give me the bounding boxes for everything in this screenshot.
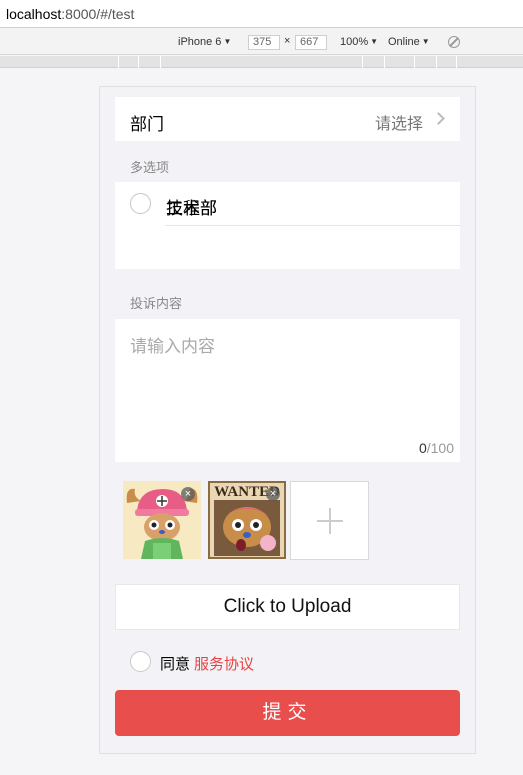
chevron-right-icon [432,112,445,125]
service-agreement-link[interactable]: 服务协议 [194,656,254,673]
device-viewport: 部门 请选择 多选项 技术部 工程部 投诉内容 请输入内容 0/100 × WA… [99,86,476,754]
network-select[interactable]: Online ▼ [388,36,430,48]
checkbox-circle-icon[interactable] [130,193,151,214]
url-text[interactable]: localhost:8000/#/test [6,6,134,22]
device-select[interactable]: iPhone 6 ▼ [178,36,231,48]
network-value: Online [388,36,420,48]
submit-button[interactable]: 提交 [115,690,460,736]
uploaded-image-2[interactable]: WANTED × [208,481,286,559]
checkbox-option-engineering[interactable]: 工程部 [115,182,460,225]
department-picker[interactable]: 部门 请选择 [115,97,460,141]
char-count-max: /100 [426,440,454,456]
device-name: iPhone 6 [178,36,222,48]
remove-image-icon[interactable]: × [181,487,195,501]
char-counter: 0/100 [419,440,454,456]
rotate-disabled-icon[interactable] [448,36,460,48]
add-image-button[interactable] [290,481,369,560]
department-value: 请选择 [374,116,423,133]
zoom-select[interactable]: 100% ▼ [340,36,378,48]
agree-label: 同意 [160,656,191,673]
upload-button[interactable]: Click to Upload [115,584,460,630]
textarea-placeholder: 请输入内容 [130,337,215,356]
remove-image-icon[interactable]: × [266,487,280,501]
char-count-current: 0 [418,440,427,456]
height-input[interactable]: 667 [295,35,327,50]
multi-select-title: 多选项 [130,160,170,175]
divider [165,225,460,226]
department-label: 部门 [130,115,164,134]
chevron-down-icon: ▼ [370,37,379,46]
media-query-ruler [0,56,523,68]
agree-checkbox-icon[interactable] [130,651,151,672]
checkbox-label: 工程部 [166,199,217,218]
url-path: :8000/#/test [61,6,135,22]
complaint-textarea[interactable]: 请输入内容 0/100 [115,319,460,462]
zoom-value: 100% [340,36,369,48]
dimension-separator: × [284,35,291,47]
chevron-down-icon: ▼ [223,37,232,46]
url-host: localhost [6,6,62,22]
agreement-text: 同意 服务协议 [160,653,254,674]
chevron-down-icon: ▼ [421,37,430,46]
checkbox-group: 技术部 工程部 [115,182,460,269]
width-input[interactable]: 375 [248,35,280,50]
device-toolbar: iPhone 6 ▼ 375 × 667 100% ▼ Online ▼ [0,29,523,55]
complaint-title: 投诉内容 [130,296,183,311]
address-bar[interactable]: localhost:8000/#/test [0,0,523,28]
uploaded-image-1[interactable]: × [123,481,201,559]
